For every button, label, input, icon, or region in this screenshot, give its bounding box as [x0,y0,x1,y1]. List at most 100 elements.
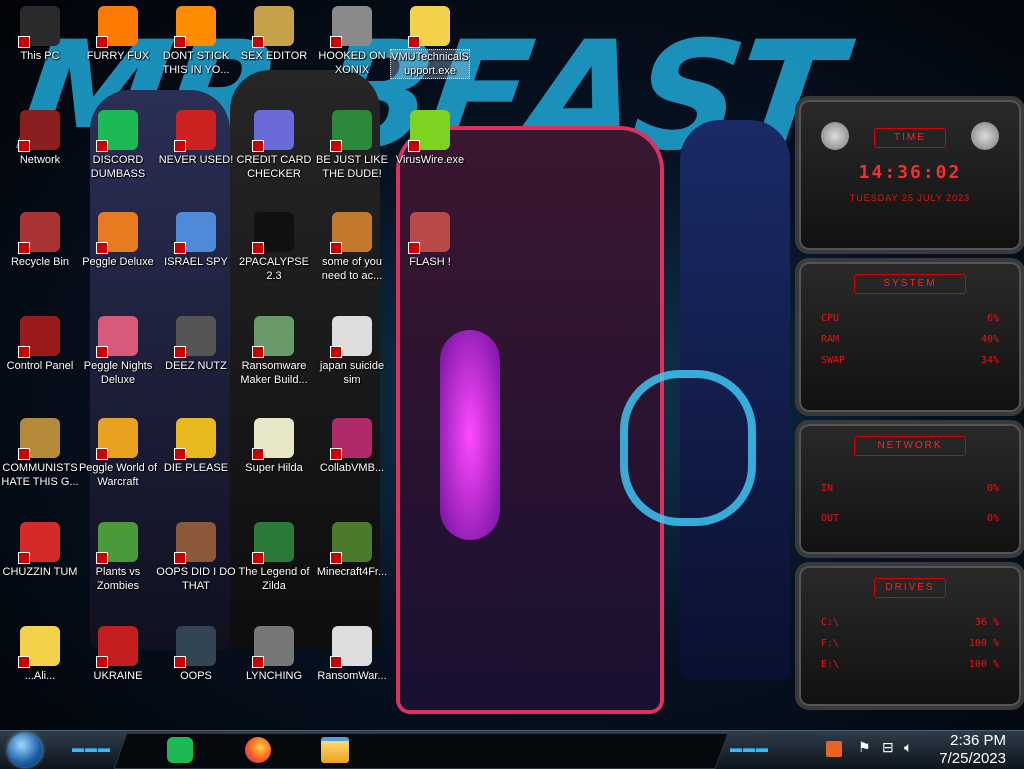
tray-app-icon[interactable] [826,741,842,757]
shortcut-arrow-icon [252,346,264,358]
clock-time: 2:36 PM [950,732,1006,749]
skull-icon [330,626,372,668]
desktop-icon[interactable]: RansomWar... [312,626,392,683]
shortcut-arrow-icon [330,346,342,358]
desktop-icon[interactable]: DISCORD DUMBASS [78,110,158,181]
desktop-icon[interactable]: DIE PLEASE [156,418,236,475]
desktop-icon[interactable]: Ransomware Maker Build... [234,316,314,387]
beaver-icon [330,212,372,254]
desktop-icon[interactable]: Minecraft4Fr... [312,522,392,579]
shortcut-arrow-icon [408,36,420,48]
desktop-icon-label: Network [19,154,61,166]
row-value: 0% [986,483,999,494]
time-gadget-clock: 14:36:02 [858,162,962,183]
shortcut-arrow-icon [18,36,30,48]
desktop-icon[interactable]: BE JUST LIKE THE DUDE! [312,110,392,181]
desktop-icon[interactable]: Plants vs Zombies [78,522,158,593]
time-gadget-title: TIME [874,128,946,148]
shortcut-arrow-icon [174,448,186,460]
desktop-icon[interactable]: DEEZ NUTZ [156,316,236,373]
minecraft-grass-icon [330,522,372,564]
window-app-icon [252,316,294,358]
file-explorer-icon[interactable] [318,734,352,766]
desktop-icon[interactable]: Peggle World of Warcraft [78,418,158,489]
desktop-icon[interactable]: FLASH ! [390,212,470,269]
discord-icon [96,110,138,152]
desktop-icon-label: NEVER USED! [158,154,234,166]
desktop-icon[interactable]: DONT STICK THIS IN YO... [156,6,236,77]
desktop-icon[interactable]: Peggle Nights Deluxe [78,316,158,387]
desktop-icon[interactable]: Peggle Deluxe [78,212,158,269]
desktop-icon-label: Peggle World of Warcraft [78,462,158,488]
control-panel-icon [18,316,60,358]
recycle-bin-icon [18,212,60,254]
network-gadget: NETWORK IN 0% OUT 0% [795,420,1024,558]
vlc-cone-icon [174,6,216,48]
firefox-icon[interactable] [241,734,275,766]
desktop-icon[interactable]: CREDIT CARD CHECKER [234,110,314,181]
desktop-icon[interactable]: NEVER USED! [156,110,236,167]
desktop-icon[interactable]: COMMUNISTS HATE THIS G... [0,418,80,489]
spotify-icon[interactable] [163,734,197,766]
system-row-cpu: CPU 6% [799,308,1021,329]
monitor-icon [174,626,216,668]
desktop-icon[interactable]: This PC [0,6,80,63]
desktop-icon-label: CREDIT CARD CHECKER [236,154,312,180]
desktop-icon-label: RansomWar... [317,670,387,682]
shortcut-arrow-icon [174,36,186,48]
row-value: 0% [986,513,999,524]
desktop-icon[interactable]: FURRY FUX [78,6,158,63]
desktop-icon[interactable]: The Legend of Zilda [234,522,314,593]
shortcut-arrow-icon [174,346,186,358]
desktop-icon-label: This PC [20,50,60,62]
network-icon[interactable]: ⊟ [882,739,894,756]
clock-date: 7/25/2023 [939,750,1006,767]
network-row-out: OUT 0% [799,504,1021,534]
desktop-icon[interactable]: VMUTechnicalSupport.exe [390,6,470,79]
desktop-icon[interactable]: HOOKED ON XONIX [312,6,392,77]
desktop-icon[interactable]: UKRAINE [78,626,158,683]
volume-icon[interactable]: 🔈︎ [904,739,912,756]
desktop-icon[interactable]: OOPS [156,626,236,683]
desktop-icon[interactable]: some of you need to ac... [312,212,392,283]
desktop-icon-area: This PC FURRY FUX DONT STICK THIS IN YO...… [0,0,790,730]
alien-icon-left [821,122,849,150]
drives-gadget: DRIVES C:\ 36 % F:\ 100 % E:\ 100 % [795,562,1024,710]
desktop-icon-label: CollabVMB... [319,462,385,474]
desktop-icon[interactable]: japan suicide sim [312,316,392,387]
shortcut-arrow-icon [174,242,186,254]
shortcut-arrow-icon [408,242,420,254]
shortcut-arrow-icon [96,36,108,48]
shortcut-arrow-icon [330,552,342,564]
taskbar-clock[interactable]: 2:36 PM 7/25/2023 [939,731,1006,768]
pixel-game-icon [252,418,294,460]
desktop-icon[interactable]: CollabVMB... [312,418,392,475]
desktop-icon[interactable]: Network [0,110,80,167]
desktop-icon[interactable]: ISRAEL SPY [156,212,236,269]
desktop-icon[interactable]: VirusWire.exe [390,110,470,167]
peggle-icon [96,212,138,254]
computer-icon [18,6,60,48]
xonix-game-icon [330,6,372,48]
start-orb-icon[interactable] [8,733,42,767]
drive-row-c: C:\ 36 % [799,612,1021,633]
shortcut-arrow-icon [18,242,30,254]
flag-icon[interactable]: ⚑ [858,739,871,756]
desktop-icon[interactable]: ...Ali... [0,626,80,683]
desktop-icon[interactable]: Super Hilda [234,418,314,475]
desktop-icon[interactable]: LYNCHING [234,626,314,683]
desktop-icon-label: CHUZZIN TUM [2,566,78,578]
desktop-icon-label: VirusWire.exe [395,154,465,166]
shortcut-arrow-icon [174,140,186,152]
desktop-icon[interactable]: SEX EDITOR [234,6,314,63]
shortcut-arrow-icon [330,656,342,668]
desktop-icon[interactable]: 2PACALYPSE 2.3 [234,212,314,283]
desktop-icon[interactable]: Control Panel [0,316,80,373]
desktop-icon[interactable]: OOPS DID I DO THAT [156,522,236,593]
taskbar-band [113,733,729,769]
row-label: E:\ [821,659,840,670]
shortcut-arrow-icon [96,242,108,254]
row-value: 36 % [974,617,999,628]
desktop-icon[interactable]: Recycle Bin [0,212,80,269]
desktop-icon[interactable]: CHUZZIN TUM [0,522,80,579]
